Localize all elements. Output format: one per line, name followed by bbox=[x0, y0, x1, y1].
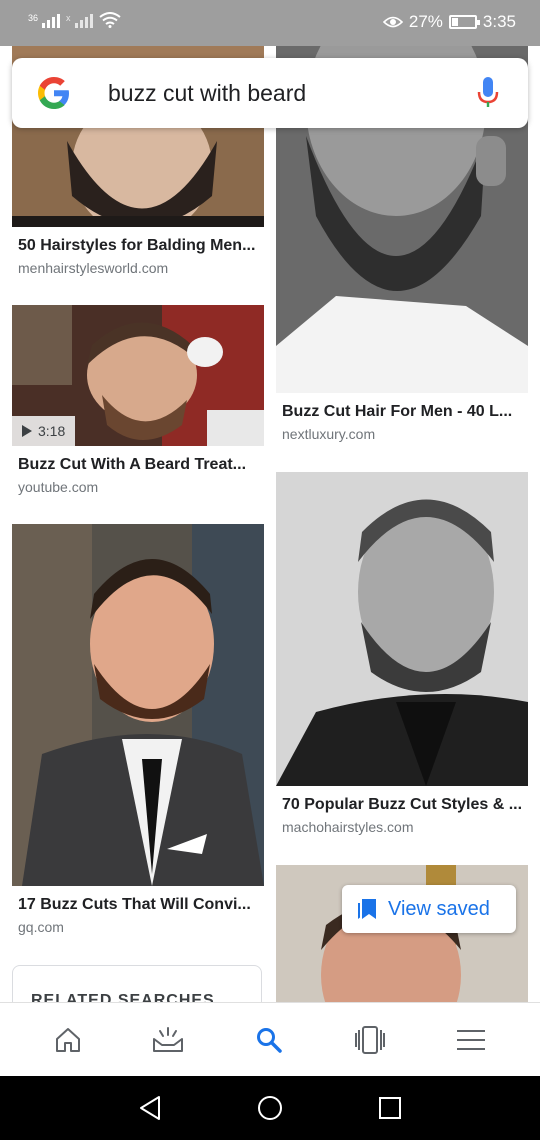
system-recents-button[interactable] bbox=[350, 1076, 430, 1140]
menu-icon bbox=[457, 1030, 485, 1050]
view-saved-label: View saved bbox=[388, 897, 490, 920]
updates-icon bbox=[153, 1027, 183, 1052]
result-title[interactable]: 50 Hairstyles for Balding Men... bbox=[18, 237, 262, 255]
video-duration: 3:18 bbox=[38, 423, 66, 439]
result-title[interactable]: 70 Popular Buzz Cut Styles & ... bbox=[282, 796, 526, 814]
bookmark-collection-icon bbox=[358, 899, 376, 919]
result-thumbnail[interactable]: 3:18 bbox=[12, 305, 264, 446]
result-source: gq.com bbox=[18, 919, 64, 935]
google-logo-icon bbox=[38, 77, 69, 109]
result-card[interactable]: 17 Buzz Cuts That Will Convi... gq.com bbox=[12, 524, 264, 944]
home-circle-icon bbox=[258, 1096, 282, 1120]
back-triangle-icon bbox=[140, 1096, 160, 1120]
related-searches-card[interactable]: RELATED SEARCHES bbox=[12, 965, 262, 1002]
result-source: youtube.com bbox=[18, 479, 99, 495]
clock: 3:35 bbox=[482, 12, 516, 31]
wifi-icon bbox=[98, 12, 121, 28]
status-bar-left: 36 x bbox=[28, 12, 121, 28]
search-icon bbox=[257, 1028, 282, 1053]
network-type-label: 36 bbox=[28, 13, 39, 23]
result-source: machohairstyles.com bbox=[282, 819, 414, 835]
battery-icon bbox=[448, 15, 480, 29]
battery-percent: 27% bbox=[408, 12, 443, 31]
result-title[interactable]: Buzz Cut With A Beard Treat... bbox=[18, 456, 262, 474]
nav-menu[interactable] bbox=[431, 1003, 511, 1077]
signal-strength-icon: 36 bbox=[28, 13, 61, 28]
system-back-button[interactable] bbox=[110, 1076, 190, 1140]
no-signal-label: x bbox=[66, 13, 71, 23]
result-source: menhairstylesworld.com bbox=[18, 260, 169, 276]
eye-comfort-icon bbox=[382, 16, 403, 28]
result-title[interactable]: Buzz Cut Hair For Men - 40 L... bbox=[282, 403, 526, 421]
result-thumbnail[interactable] bbox=[12, 524, 264, 886]
search-bar[interactable]: buzz cut with beard bbox=[12, 58, 528, 128]
system-navigation-bar bbox=[0, 1076, 540, 1140]
result-card[interactable]: 3:18 Buzz Cut With A Beard Treat... yout… bbox=[12, 305, 264, 505]
search-input[interactable]: buzz cut with beard bbox=[108, 80, 306, 107]
status-bar: 36 x 27% 3:35 bbox=[0, 0, 540, 46]
signal-strength-2-icon: x bbox=[66, 14, 93, 28]
status-bar-right: 27% 3:35 bbox=[382, 12, 516, 32]
microphone-icon[interactable] bbox=[476, 75, 500, 111]
related-searches-label: RELATED SEARCHES bbox=[31, 992, 215, 1002]
image-results-grid: 50 Hairstyles for Balding Men... menhair… bbox=[0, 46, 540, 1002]
nav-search[interactable] bbox=[229, 1003, 309, 1077]
video-duration-badge: 3:18 bbox=[12, 416, 76, 446]
bottom-navigation bbox=[0, 1002, 540, 1076]
nav-home[interactable] bbox=[28, 1003, 108, 1077]
nav-updates[interactable] bbox=[128, 1003, 208, 1077]
result-source: nextluxury.com bbox=[282, 426, 376, 442]
recents-square-icon bbox=[379, 1097, 401, 1119]
system-home-button[interactable] bbox=[230, 1076, 310, 1140]
nav-tabs[interactable] bbox=[330, 1003, 410, 1077]
play-icon bbox=[22, 425, 32, 437]
view-saved-button[interactable]: View saved bbox=[342, 885, 516, 933]
tabs-icon bbox=[355, 1026, 385, 1054]
result-thumbnail[interactable] bbox=[276, 472, 528, 786]
result-card[interactable]: 70 Popular Buzz Cut Styles & ... machoha… bbox=[276, 472, 528, 852]
home-icon bbox=[56, 1028, 80, 1052]
result-title[interactable]: 17 Buzz Cuts That Will Convi... bbox=[18, 896, 262, 914]
